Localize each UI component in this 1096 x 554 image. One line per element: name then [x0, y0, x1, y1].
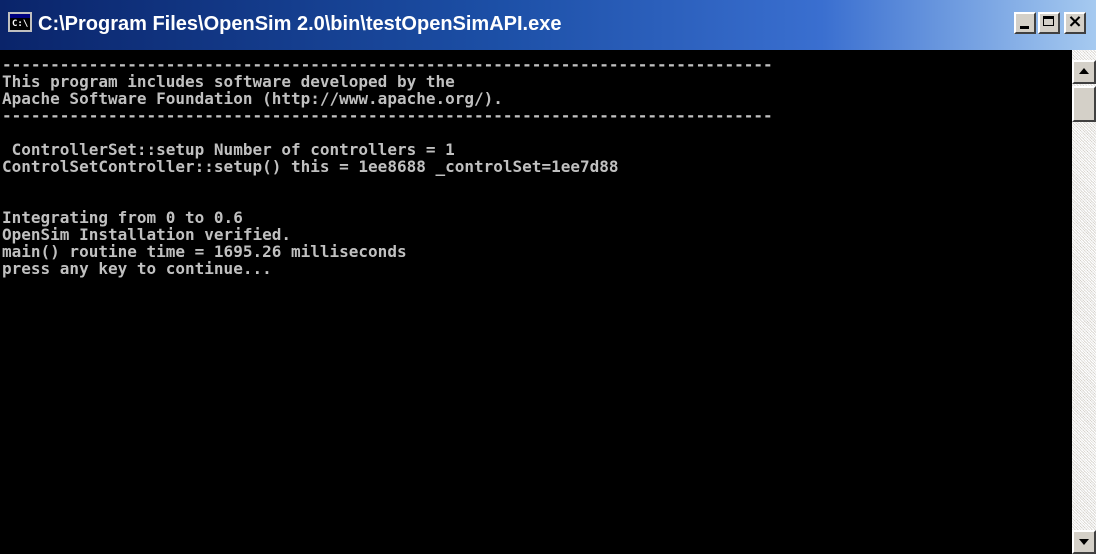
console-output-area[interactable]: ----------------------------------------…: [0, 50, 1072, 554]
console-line: ControlSetController::setup() this = 1ee…: [2, 157, 619, 176]
cmd-icon-text: C:\: [12, 19, 29, 29]
minimize-button[interactable]: [1014, 12, 1036, 34]
console-line: press any key to continue...: [2, 259, 272, 278]
close-button[interactable]: ×: [1064, 11, 1086, 34]
console-output-text: ----------------------------------------…: [0, 50, 1072, 277]
vertical-scrollbar[interactable]: [1072, 50, 1096, 554]
title-bar[interactable]: C:\ C:\Program Files\OpenSim 2.0\bin\tes…: [0, 0, 1096, 50]
scroll-up-arrow-icon[interactable]: [1072, 60, 1096, 84]
cmd-console-icon[interactable]: C:\: [8, 12, 32, 32]
window-title: C:\Program Files\OpenSim 2.0\bin\testOpe…: [38, 13, 562, 35]
console-line: ----------------------------------------…: [2, 106, 773, 125]
close-icon: ×: [1067, 11, 1083, 32]
console-window: C:\ C:\Program Files\OpenSim 2.0\bin\tes…: [0, 0, 1096, 554]
scrollbar-thumb[interactable]: [1072, 86, 1096, 122]
scroll-down-arrow-icon[interactable]: [1072, 530, 1096, 554]
maximize-button[interactable]: [1038, 12, 1060, 34]
